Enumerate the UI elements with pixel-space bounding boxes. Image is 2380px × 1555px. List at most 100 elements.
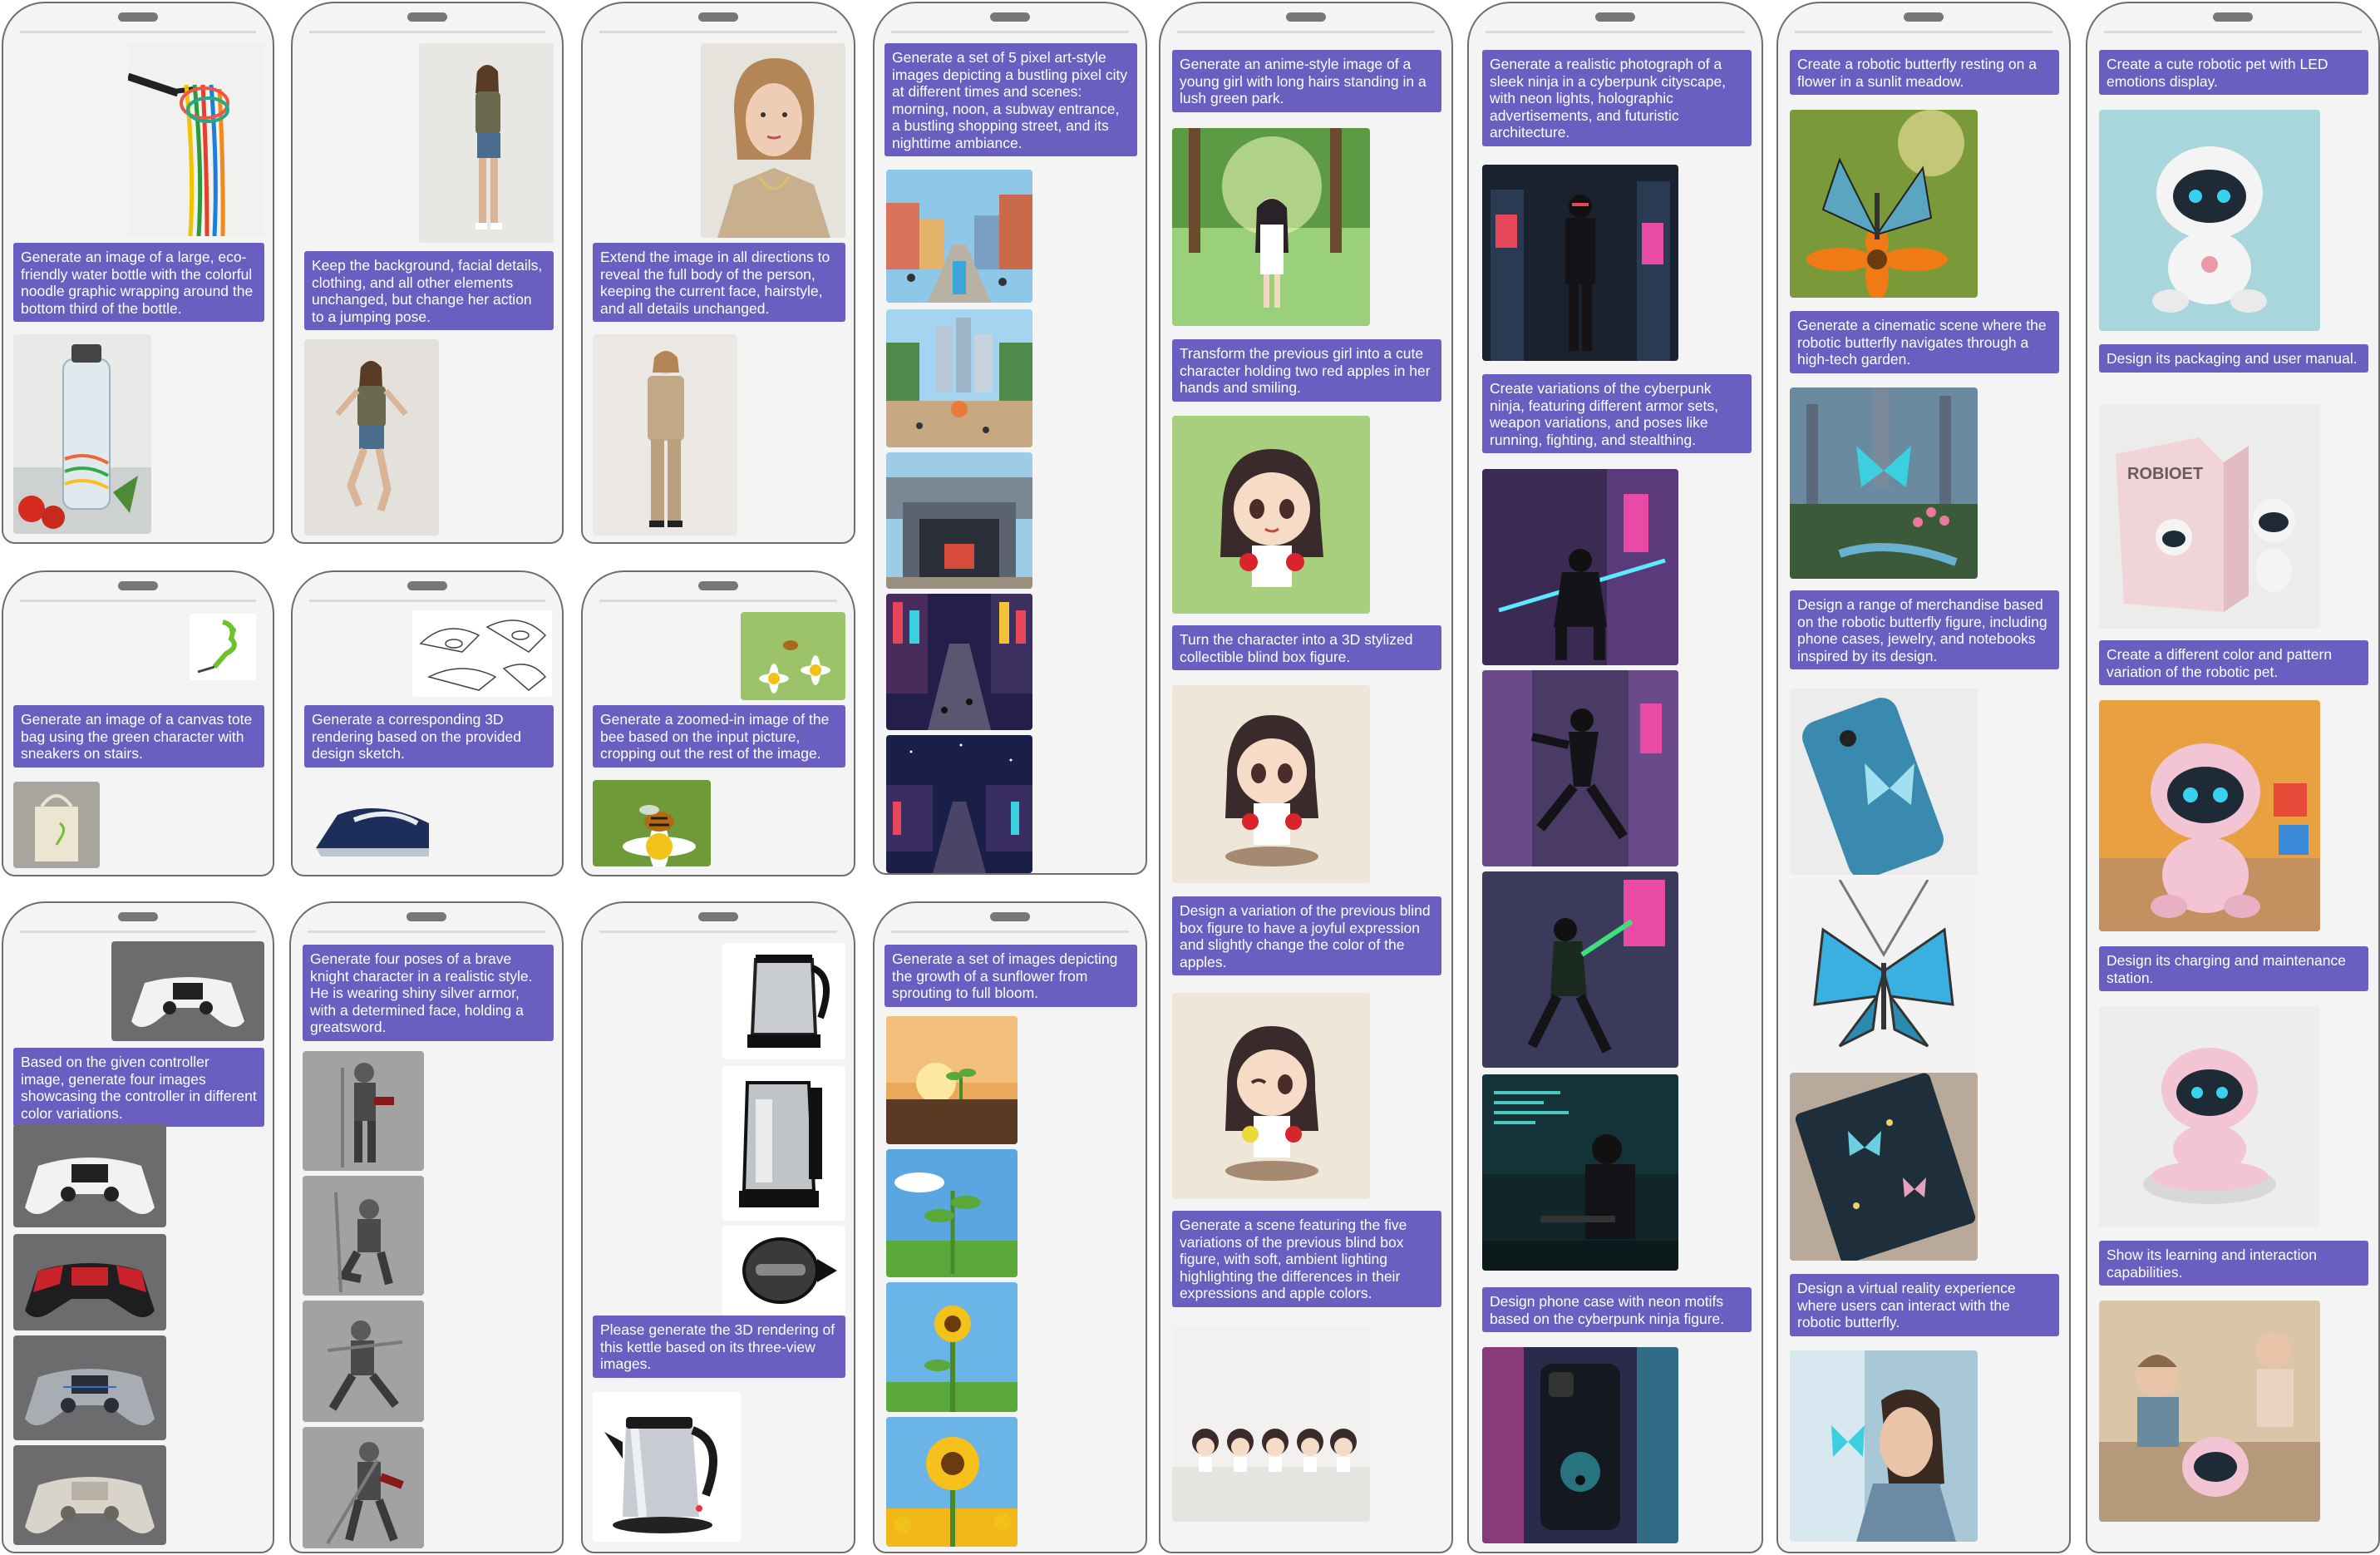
phone-notch [118, 12, 158, 22]
prompt-joyful-variation: Design a variation of the previous blind… [1172, 896, 1441, 975]
phone-header-line [891, 31, 1129, 33]
pixel-subway-entrance-image [886, 452, 1032, 589]
robot-charging-station-image [2099, 1006, 2320, 1227]
controller-red-variant-image [13, 1234, 166, 1330]
prompt-blind-box: Turn the character into a 3D stylized co… [1172, 625, 1441, 670]
woman-jumping-photo [304, 339, 439, 536]
prompt-robotic-butterfly: Create a robotic butterfly resting on a … [1790, 50, 2059, 95]
phone-iron-sketch: Generate a corresponding 3D rendering ba… [291, 570, 564, 876]
ninja-running-image [1482, 670, 1678, 866]
butterfly-garden-image [1790, 388, 1978, 579]
prompt-ninja-phone-case: Design phone case with neon motifs based… [1482, 1287, 1752, 1332]
woman-full-body-photo [593, 334, 737, 536]
pixel-city-morning-image [886, 170, 1032, 303]
ninja-fighting-image [1482, 871, 1678, 1068]
prompt-knight-poses: Generate four poses of a brave knight ch… [303, 945, 554, 1041]
bee-on-flower-image [741, 612, 845, 700]
phone-notch [1904, 12, 1944, 22]
robot-pet-image [2099, 110, 2320, 331]
kettle-side-view-image [722, 1066, 845, 1221]
robotic-butterfly-flower-image [1790, 110, 1978, 298]
kettle-3d-render-image [593, 1392, 741, 1542]
prompt-butterfly-merchandise: Design a range of merchandise based on t… [1790, 590, 2059, 669]
butterfly-necklace-image [1790, 880, 1978, 1068]
phone-notch [1595, 12, 1635, 22]
butterfly-phone-case-image [1790, 689, 1978, 875]
five-figures-row-image [1172, 1325, 1370, 1522]
controller-cream-variant-image [13, 1445, 166, 1545]
prompt-controller-colors: Based on the given controller image, gen… [13, 1048, 264, 1127]
kettle-top-view-image [722, 1226, 845, 1316]
prompt-learning-interaction: Show its learning and interaction capabi… [2099, 1241, 2368, 1286]
phone-extend-portrait: Extend the image in all directions to re… [581, 2, 855, 544]
prompt-packaging-manual: Design its packaging and user manual. [2099, 344, 2368, 373]
prompt-butterfly-garden: Generate a cinematic scene where the rob… [1790, 311, 2059, 373]
sunflower-sprout-image [886, 1016, 1018, 1144]
phone-noodle-bottle: Generate an image of a large, eco-friend… [2, 2, 274, 544]
robot-color-variant-image [2099, 700, 2320, 931]
prompt-color-variation: Create a different color and pattern var… [2099, 640, 2368, 685]
phone-header-line [599, 931, 837, 933]
bee-zoomed-image [593, 780, 711, 866]
tote-bag-image [13, 782, 100, 868]
phone-header-line [2104, 31, 2362, 33]
phone-header-line [309, 31, 545, 33]
butterfly-notebook-image [1790, 1073, 1978, 1261]
phone-header-line [309, 600, 545, 602]
kettle-front-view-image [722, 943, 845, 1059]
prompt-tote-bag: Generate an image of a canvas tote bag u… [13, 705, 264, 768]
ninja-phone-case-image [1482, 1347, 1678, 1543]
knight-kneeling-image [303, 1176, 424, 1296]
phone-notch [407, 581, 447, 590]
phone-cyberpunk-ninja: Generate a realistic photograph of a sle… [1467, 2, 1763, 1553]
chibi-girl-apples-image [1172, 416, 1370, 614]
blindbox-figure-image [1172, 685, 1370, 883]
prompt-iron-rendering: Generate a corresponding 3D rendering ba… [304, 705, 554, 768]
phone-notch [1286, 12, 1326, 22]
prompt-anime-girl: Generate an anime-style image of a young… [1172, 50, 1441, 112]
phone-notch [407, 912, 446, 921]
phone-pixel-city: Generate a set of 5 pixel art-style imag… [873, 2, 1147, 875]
phone-header-line [599, 31, 837, 33]
prompt-butterfly-vr: Design a virtual reality experience wher… [1790, 1274, 2059, 1336]
phone-anime-girl: Generate an anime-style image of a young… [1159, 2, 1453, 1553]
phone-robotic-pet: Create a cute robotic pet with LED emoti… [2086, 2, 2380, 1553]
controller-white-variant-image [13, 1124, 166, 1227]
woman-standing-photo [419, 43, 554, 243]
ninja-stealth-hacker-image [1482, 1074, 1678, 1271]
robot-playing-kid-image [2099, 1301, 2320, 1522]
phone-header-line [1795, 31, 2052, 33]
phone-header-line [599, 600, 837, 602]
phone-knight-poses: Generate four poses of a brave knight ch… [289, 901, 564, 1553]
knight-standing-image [303, 1051, 424, 1171]
phone-bee-zoom: Generate a zoomed-in image of the bee ba… [581, 570, 855, 876]
butterfly-vr-woman-image [1790, 1350, 1978, 1542]
prompt-robotic-pet: Create a cute robotic pet with LED emoti… [2099, 50, 2368, 95]
anime-girl-park-image [1172, 128, 1370, 326]
woman-portrait-photo [701, 43, 845, 238]
prompt-cute-character: Transform the previous girl into a cute … [1172, 339, 1441, 402]
robot-box-brand-text: ROBIOET [2127, 465, 2203, 483]
phone-notch [118, 581, 158, 590]
prompt-kettle-rendering: Please generate the 3D rendering of this… [593, 1316, 845, 1378]
eco-water-bottle-image [13, 334, 151, 534]
phone-notch [2213, 12, 2253, 22]
knight-greatsword-image [303, 1427, 424, 1548]
phone-robotic-butterfly: Create a robotic butterfly resting on a … [1776, 2, 2071, 1553]
controller-chrome-variant-image [13, 1335, 166, 1440]
ninja-cyberpunk-city-image [1482, 165, 1678, 361]
phone-header-line [891, 931, 1129, 933]
blindbox-figure-wink-image [1172, 993, 1370, 1199]
iron-3d-render-image [304, 782, 446, 868]
sunflower-seedling-image [886, 1149, 1018, 1277]
phone-header-line [1177, 31, 1435, 33]
prompt-jumping-pose: Keep the background, facial details, clo… [304, 251, 554, 330]
pixel-nighttime-image [886, 735, 1032, 873]
prompt-ninja-variations: Create variations of the cyberpunk ninja… [1482, 374, 1752, 453]
pixel-shopping-street-image [886, 594, 1032, 730]
knight-lunge-image [303, 1301, 424, 1422]
phone-header-line [1486, 31, 1745, 33]
phone-kettle-render: Please generate the 3D rendering of this… [581, 901, 855, 1553]
prompt-charging-station: Design its charging and maintenance stat… [2099, 946, 2368, 991]
green-character-image [190, 614, 256, 680]
